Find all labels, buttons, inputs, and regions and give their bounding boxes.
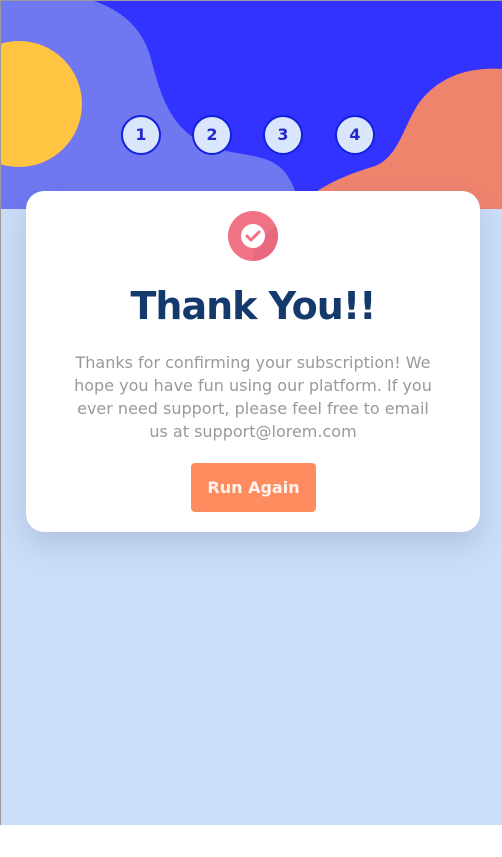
check-circle-icon bbox=[228, 211, 278, 261]
run-again-button[interactable]: Run Again bbox=[191, 463, 316, 512]
thank-you-title: Thank You!! bbox=[130, 284, 376, 328]
step-4-button[interactable]: 4 bbox=[335, 115, 375, 155]
thank-you-screen: 1 2 3 4 Thank You!! Thanks for confirmin… bbox=[0, 0, 502, 825]
page: 1 2 3 4 Thank You!! Thanks for confirmin… bbox=[0, 0, 502, 857]
step-2-button[interactable]: 2 bbox=[192, 115, 232, 155]
decorative-hero-background bbox=[1, 1, 502, 209]
confirmation-card: Thank You!! Thanks for confirming your s… bbox=[26, 191, 480, 532]
step-1-button[interactable]: 1 bbox=[121, 115, 161, 155]
step-3-button[interactable]: 3 bbox=[263, 115, 303, 155]
progress-stepper: 1 2 3 4 bbox=[121, 115, 375, 155]
subscription-confirmation-message: Thanks for confirming your subscription!… bbox=[74, 353, 432, 441]
